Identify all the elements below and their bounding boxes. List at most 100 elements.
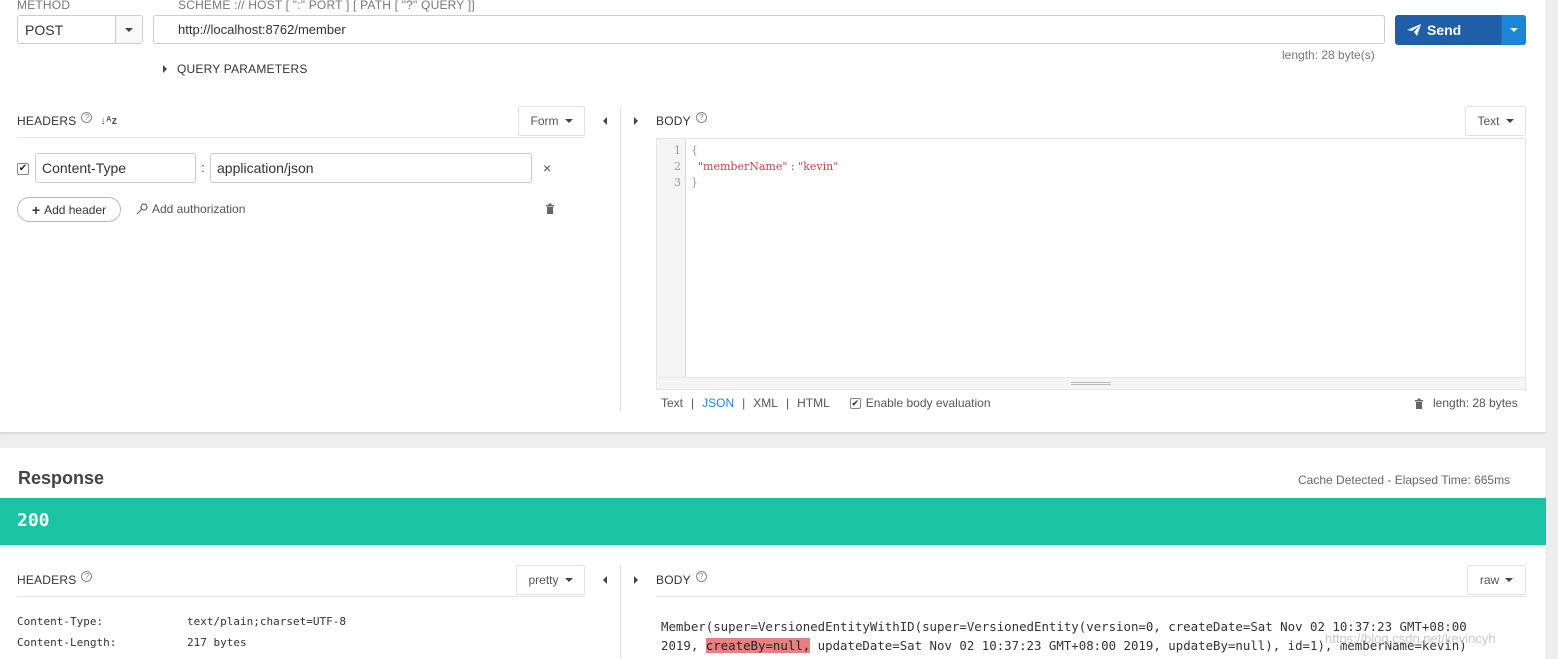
watermark: https://blog.csdn.net/kevincyh <box>1325 631 1496 646</box>
line-numbers: 1 2 3 <box>657 139 686 378</box>
separator: | <box>691 396 695 410</box>
collapse-right-icon[interactable] <box>631 575 641 585</box>
response-title: Response <box>18 468 105 488</box>
format-html-link[interactable]: HTML <box>797 396 830 410</box>
header-value-input[interactable] <box>210 153 532 183</box>
line-number: 3 <box>674 176 681 189</box>
separator: | <box>742 396 746 410</box>
line-number: 2 <box>674 160 681 173</box>
format-json-link[interactable]: JSON <box>702 396 734 410</box>
highlighted-text: createBy=null, <box>705 638 811 653</box>
url-input[interactable] <box>153 15 1385 44</box>
headers-divider <box>17 596 585 597</box>
headers-format-dropdown[interactable]: Form <box>518 106 585 136</box>
key-icon <box>136 203 148 215</box>
status-code-bar: 200 <box>0 498 1546 545</box>
headers-divider <box>17 137 585 138</box>
response-headers-title: HEADERS ? <box>17 570 93 587</box>
response-header-name: Content-Type: <box>17 615 104 628</box>
send-label: Send <box>1427 22 1462 38</box>
url-length-note: length: 28 byte(s) <box>1282 48 1375 62</box>
enable-body-evaluation-checkbox[interactable]: ✔ Enable body evaluation <box>849 396 991 410</box>
response-headers-format-label: pretty <box>528 573 559 587</box>
code-separator: : <box>787 160 799 173</box>
header-enabled-checkbox[interactable]: ✔ <box>17 163 29 175</box>
response-header-value: 217 bytes <box>187 636 247 649</box>
collapse-left-icon[interactable] <box>600 116 610 126</box>
body-footer: Text | JSON | XML | HTML ✔ Enable body e… <box>661 396 991 410</box>
headers-title-text: HEADERS <box>17 114 77 128</box>
trash-icon[interactable] <box>1414 398 1424 409</box>
response-header-value: text/plain;charset=UTF-8 <box>187 615 346 628</box>
panel-divider <box>620 106 621 412</box>
response-panel: Response Cache Detected - Elapsed Time: … <box>0 448 1546 659</box>
request-body-title: BODY ? <box>656 111 707 128</box>
line-number: 1 <box>674 144 681 157</box>
method-select[interactable]: POST <box>17 15 143 44</box>
response-body-text: 2019, <box>661 638 706 653</box>
response-body-format-label: raw <box>1479 573 1500 587</box>
method-value: POST <box>25 22 64 38</box>
body-title-text: BODY <box>656 573 691 587</box>
chevron-down-icon <box>1505 119 1514 123</box>
request-panel: METHOD SCHEME :// HOST [ ":" PORT ] [ PA… <box>0 0 1546 433</box>
collapse-left-icon[interactable] <box>600 575 610 585</box>
code-brace: { <box>691 144 698 157</box>
query-parameters-toggle[interactable]: QUERY PARAMETERS <box>163 62 308 76</box>
body-length-label: length: 28 bytes <box>1433 396 1518 410</box>
body-format-label: Text <box>1477 114 1500 128</box>
response-body-title: BODY ? <box>656 570 707 587</box>
body-code[interactable]: { "memberName" : "kevin" } <box>691 143 838 191</box>
body-editor[interactable]: 1 2 3 { "memberName" : "kevin" } <box>656 138 1526 390</box>
headers-format-label: Form <box>530 114 559 128</box>
help-icon[interactable]: ? <box>81 570 93 582</box>
send-main[interactable]: Send <box>1395 15 1501 45</box>
panel-divider <box>620 565 621 659</box>
method-label: METHOD <box>17 0 71 12</box>
add-authorization-label: Add authorization <box>152 202 246 216</box>
add-authorization-button[interactable]: Add authorization <box>136 202 245 216</box>
elapsed-time: Cache Detected - Elapsed Time: 665ms <box>1298 473 1511 487</box>
response-header-name: Content-Length: <box>17 636 117 649</box>
sort-icon[interactable]: ↓ᴬᴢ <box>100 115 117 127</box>
trash-icon[interactable] <box>545 203 555 217</box>
send-options-button[interactable] <box>1501 15 1526 45</box>
chevron-down-icon <box>1510 28 1518 32</box>
format-text-link[interactable]: Text <box>661 396 683 410</box>
code-value: "kevin" <box>798 160 839 173</box>
body-title-text: BODY <box>656 114 691 128</box>
body-divider <box>656 596 1526 597</box>
help-icon[interactable]: ? <box>695 111 707 123</box>
plus-icon: + <box>31 201 41 218</box>
help-icon[interactable]: ? <box>81 111 93 123</box>
body-format-dropdown[interactable]: Text <box>1465 106 1526 136</box>
enable-body-evaluation-label: Enable body evaluation <box>865 396 991 410</box>
response-headers-format-dropdown[interactable]: pretty <box>516 565 585 595</box>
headers-title-text: HEADERS <box>17 573 77 587</box>
scheme-label: SCHEME :// HOST [ ":" PORT ] [ PATH [ "?… <box>178 0 475 12</box>
resize-handle[interactable] <box>657 377 1525 389</box>
header-colon: : <box>201 160 205 175</box>
body-length: length: 28 bytes <box>1414 396 1518 410</box>
add-header-button[interactable]: + Add header <box>17 197 121 222</box>
collapse-right-icon[interactable] <box>631 116 641 126</box>
request-headers-title: HEADERS ? ↓ᴬᴢ <box>17 111 117 128</box>
format-xml-link[interactable]: XML <box>753 396 778 410</box>
code-brace: } <box>691 176 698 189</box>
code-key: "memberName" <box>698 160 788 173</box>
response-body-format-dropdown[interactable]: raw <box>1467 565 1526 595</box>
chevron-down-icon[interactable] <box>115 16 142 43</box>
checkbox-checked-icon: ✔ <box>849 397 861 409</box>
query-parameters-label: QUERY PARAMETERS <box>177 62 308 76</box>
separator: | <box>785 396 790 410</box>
chevron-down-icon <box>564 578 573 582</box>
paper-plane-icon <box>1407 24 1421 36</box>
chevron-down-icon <box>564 119 573 123</box>
add-header-label: Add header <box>44 202 107 217</box>
chevron-down-icon <box>1505 578 1514 582</box>
help-icon[interactable]: ? <box>695 570 707 582</box>
send-button[interactable]: Send <box>1395 15 1526 45</box>
close-icon[interactable]: × <box>543 160 551 176</box>
header-name-input[interactable] <box>35 153 196 183</box>
chevron-right-icon <box>163 65 167 73</box>
